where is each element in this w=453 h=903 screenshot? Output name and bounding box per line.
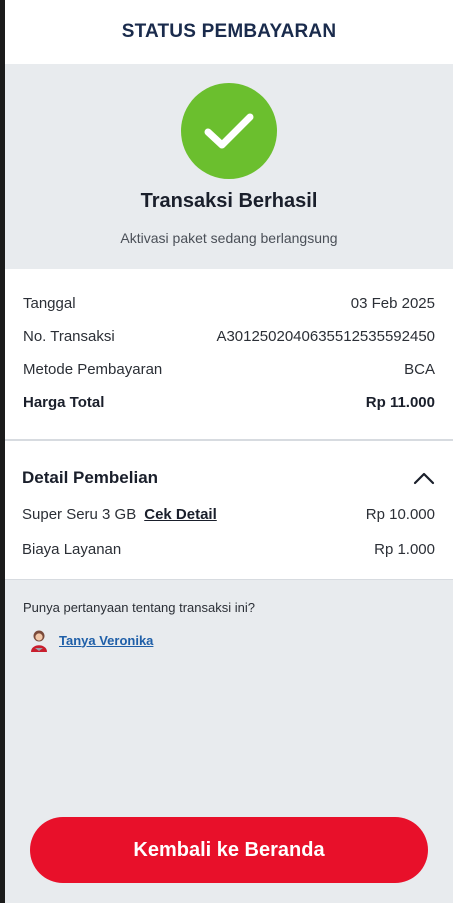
status-title: Transaksi Berhasil: [140, 190, 318, 212]
payment-method-value: BCA: [404, 361, 435, 378]
page-title: STATUS PEMBAYARAN: [121, 21, 337, 42]
payment-method-label: Metode Pembayaran: [23, 361, 163, 378]
status-subtitle: Aktivasi paket sedang berlangsung: [120, 230, 338, 246]
success-badge: [181, 83, 277, 179]
package-price: Rp 10.000: [365, 506, 435, 523]
service-fee-label: Biaya Layanan: [22, 541, 122, 558]
service-fee-value: Rp 1.000: [374, 541, 435, 558]
row-total-price: Harga Total Rp 11.000: [23, 386, 435, 419]
chevron-up-icon[interactable]: [413, 471, 435, 485]
row-transaction-number: No. Transaksi A3012502040635512535592450: [23, 320, 435, 353]
cek-detail-link[interactable]: Cek Detail: [144, 506, 217, 523]
veronika-avatar-icon: [31, 630, 47, 652]
date-label: Tanggal: [23, 295, 76, 312]
detail-item-package: Super Seru 3 GB Cek Detail Rp 10.000: [22, 497, 435, 532]
purchase-detail-toggle[interactable]: Detail Pembelian: [22, 463, 435, 493]
help-section: Punya pertanyaan tentang transaksi ini? …: [5, 580, 453, 652]
ask-veronika[interactable]: Tanya Veronika: [29, 628, 453, 652]
date-value: 03 Feb 2025: [350, 295, 435, 312]
total-price-value: Rp 11.000: [365, 394, 435, 411]
status-section: Transaksi Berhasil Aktivasi paket sedang…: [5, 64, 453, 269]
detail-item-service-fee: Biaya Layanan Rp 1.000: [22, 532, 435, 567]
check-icon: [204, 113, 254, 149]
row-date: Tanggal 03 Feb 2025: [23, 287, 435, 320]
header: STATUS PEMBAYARAN: [5, 0, 453, 64]
transaction-info-card: Tanggal 03 Feb 2025 No. Transaksi A30125…: [5, 269, 453, 439]
back-to-home-button[interactable]: Kembali ke Beranda: [30, 817, 428, 883]
total-price-label: Harga Total: [23, 394, 105, 411]
transaction-number-label: No. Transaksi: [23, 328, 115, 345]
package-name: Super Seru 3 GB: [22, 506, 137, 523]
purchase-detail-title: Detail Pembelian: [22, 468, 159, 487]
row-payment-method: Metode Pembayaran BCA: [23, 353, 435, 386]
tanya-veronika-link[interactable]: Tanya Veronika: [59, 633, 153, 648]
payment-status-screen: STATUS PEMBAYARAN Transaksi Berhasil Akt…: [5, 0, 453, 903]
help-question: Punya pertanyaan tentang transaksi ini?: [23, 600, 255, 615]
transaction-number-value: A3012502040635512535592450: [216, 328, 435, 345]
purchase-detail-card: Detail Pembelian Super Seru 3 GB Cek Deta…: [5, 441, 453, 579]
